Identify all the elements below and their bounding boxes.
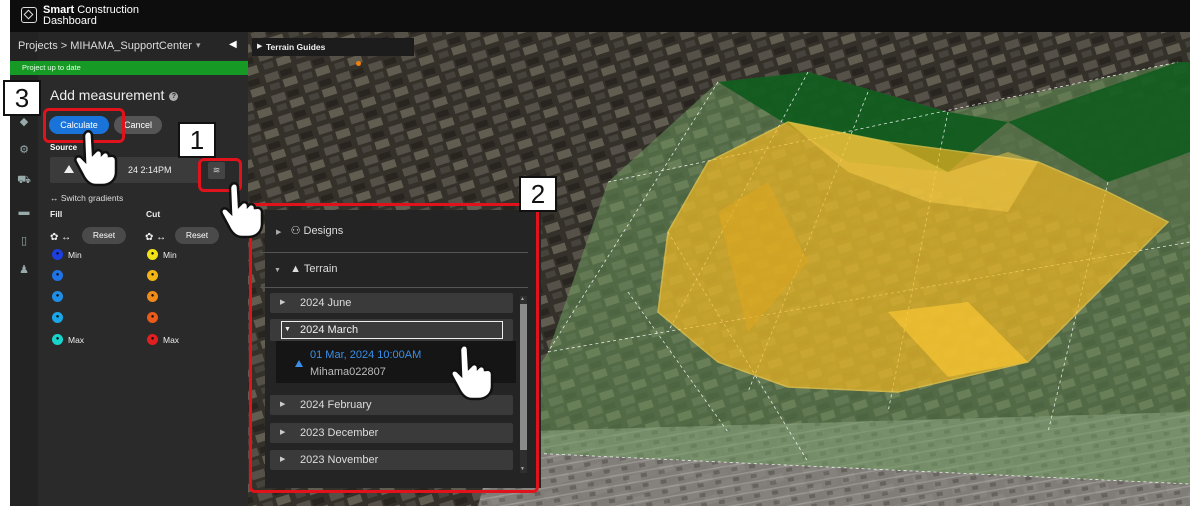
cut-reset-button[interactable]: Reset [175,227,219,244]
measurement-panel: Projects > MIHAMA_SupportCenter ▾ ◀ Proj… [10,32,248,506]
fill-color-2[interactable]: ● [52,270,63,281]
pointer-hand-icon [220,181,264,239]
source-value: 24 2:14PM [128,165,172,175]
fill-color-4[interactable]: ● [52,312,63,323]
annotation-3: 3 [3,80,41,116]
fill-color-min[interactable]: ● [52,249,63,260]
fill-min-label: Min [68,250,82,260]
cut-color-min[interactable]: ● [147,249,158,260]
folder-icon[interactable]: ▬ [17,206,31,218]
cut-color-max[interactable]: ● [147,334,158,345]
fill-max-label: Max [68,335,85,345]
fill-palette-icon[interactable]: ✿ ↔ [50,232,71,243]
cut-label: Cut [146,209,161,219]
breadcrumb[interactable]: Projects > MIHAMA_SupportCenter [18,40,192,52]
marker-dot [356,61,361,66]
fill-reset-button[interactable]: Reset [82,227,126,244]
status-banner: Project up to date [10,61,248,75]
chevron-down-icon[interactable]: ▾ [196,40,201,51]
gear-icon[interactable]: ⚙ [17,144,31,156]
collapse-panel-icon[interactable]: ◀ [229,39,237,50]
annotation-2: 2 [519,176,557,212]
app-window: Smart Construction Dashboard ◆ ⚙ ⛟ ▬ ▯ ♟ … [10,0,1190,506]
app-title: Smart Construction Dashboard [43,4,140,27]
fill-color-max[interactable]: ● [52,334,63,345]
cut-color-2[interactable]: ● [147,270,158,281]
cut-min-label: Min [163,250,177,260]
switch-gradients[interactable]: ↔ Switch gradients [50,193,123,203]
help-icon[interactable]: ? [169,91,179,101]
machine-icon[interactable]: ⛟ [17,174,31,186]
cut-color-4[interactable]: ● [147,312,158,323]
project-bar: Projects > MIHAMA_SupportCenter ▾ ◀ [18,32,248,60]
cut-max-label: Max [163,335,180,345]
app-logo-icon [21,7,37,23]
terrain-guides-toggle[interactable]: ▶ Terrain Guides [252,38,414,56]
annotation-1: 1 [178,122,216,158]
measure-icon[interactable]: ◆ [17,116,31,128]
fill-color-3[interactable]: ● [52,291,63,302]
chevron-right-icon: ▶ [257,43,263,50]
top-bar: Smart Construction Dashboard [10,0,1190,32]
panel-heading: Add measurement? [50,87,179,103]
cut-palette-icon[interactable]: ✿ ↔ [145,232,166,243]
device-icon[interactable]: ▯ [17,235,31,247]
fill-label: Fill [50,209,63,219]
cut-color-3[interactable]: ● [147,291,158,302]
team-icon[interactable]: ♟ [17,264,31,276]
pointer-hand-icon [450,343,494,401]
pointer-hand-icon [74,129,118,187]
